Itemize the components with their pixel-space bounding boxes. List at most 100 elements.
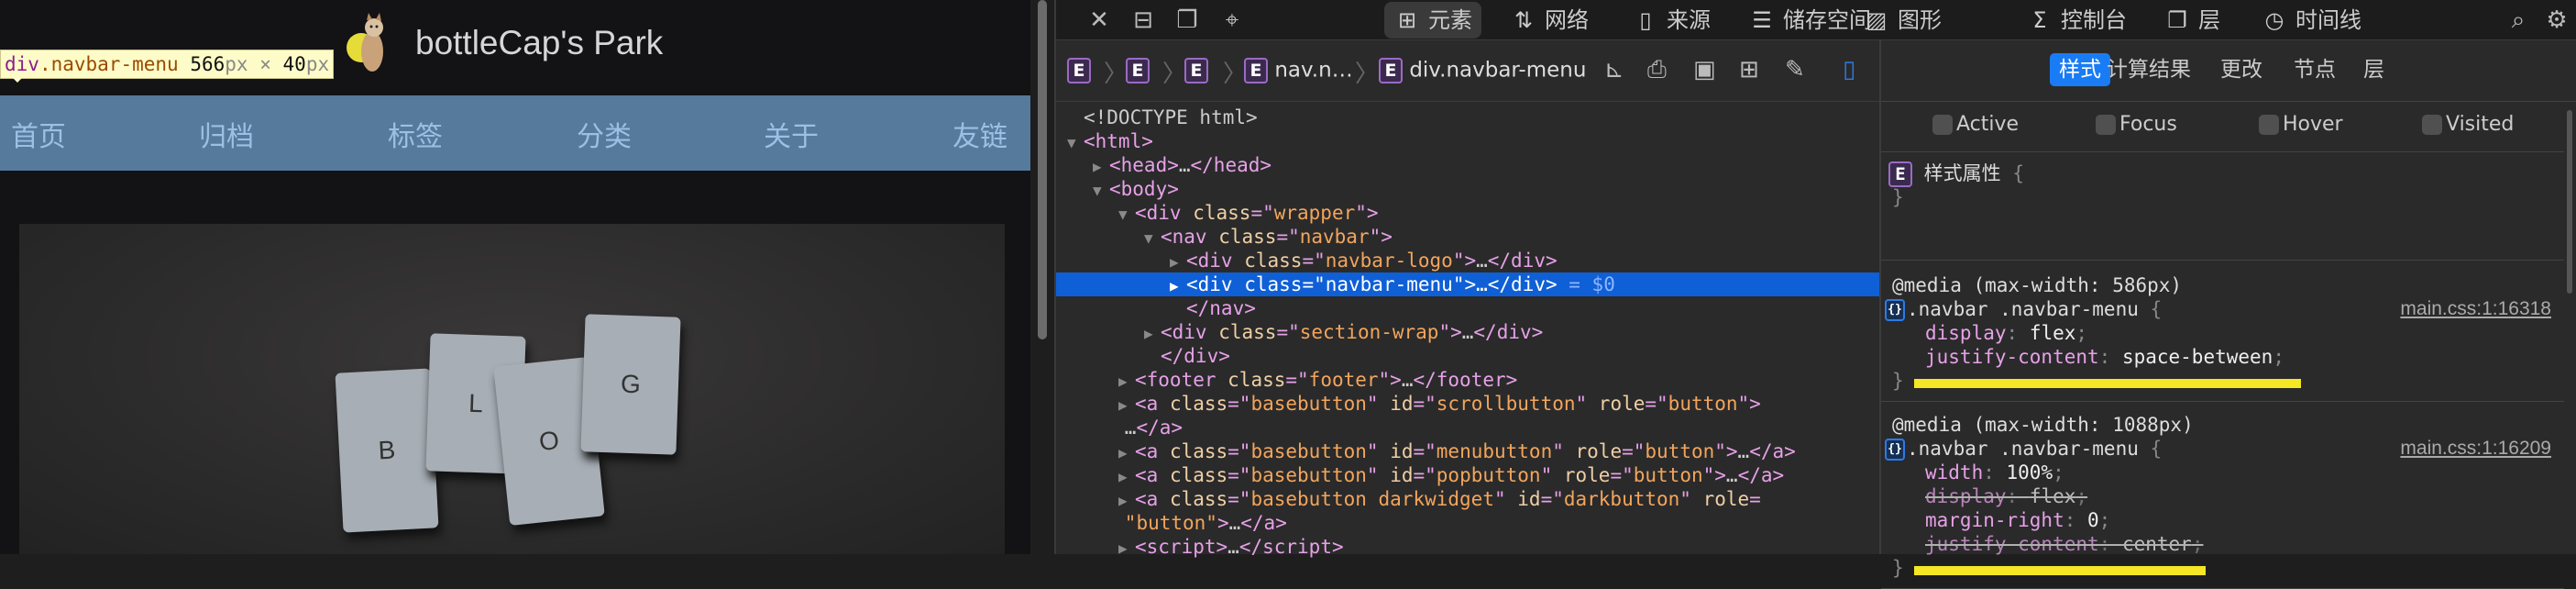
- dom-node[interactable]: …</a>: [1056, 416, 1879, 439]
- dom-node[interactable]: ▶ <a class="basebutton" id="menubutton" r…: [1056, 439, 1879, 463]
- disclosure-closed-icon[interactable]: ▶: [1118, 394, 1135, 417]
- nav-item[interactable]: 关于: [764, 114, 819, 154]
- disclosure-closed-icon[interactable]: ▶: [1118, 370, 1135, 394]
- sidebar-scrollbar[interactable]: [2567, 110, 2572, 294]
- disclosure-closed-icon[interactable]: ▶: [1144, 322, 1161, 346]
- dom-node[interactable]: ▶ <div class="navbar-logo">…</div>: [1056, 249, 1879, 272]
- colon: :: [1983, 461, 2007, 483]
- dom-node[interactable]: "button">…</a>: [1056, 511, 1879, 535]
- nav-item[interactable]: 首页: [11, 114, 66, 154]
- checkbox[interactable]: [2096, 115, 2116, 135]
- disclosure-open-icon[interactable]: ▼: [1118, 203, 1135, 227]
- tab-timeline[interactable]: ◷ 时间线: [2251, 2, 2371, 39]
- property-name: justify-content: [1925, 346, 2099, 368]
- pseudo-toggle-visited[interactable]: Visited: [2422, 113, 2514, 136]
- disclosure-open-icon[interactable]: ▼: [1144, 227, 1161, 250]
- dom-node[interactable]: ▼ <body>: [1056, 177, 1879, 201]
- breadcrumb-item[interactable]: E: [1126, 58, 1150, 83]
- disclosure-closed-icon[interactable]: ▶: [1118, 441, 1135, 465]
- disclosure-closed-icon[interactable]: ▶: [1093, 155, 1109, 179]
- gear-icon[interactable]: ⚙: [2541, 6, 2572, 35]
- tab-sources[interactable]: ▯ 来源: [1623, 2, 1720, 39]
- sidebar-tab[interactable]: 层: [2354, 53, 2394, 86]
- dom-node[interactable]: ▼ <nav class="navbar">: [1056, 225, 1879, 249]
- disclosure-closed-icon[interactable]: ▶: [1118, 489, 1135, 513]
- disclosure-closed-icon[interactable]: ▶: [1118, 537, 1135, 561]
- nav-item[interactable]: 归档: [199, 114, 254, 154]
- dom-node[interactable]: ▶ <footer class="footer">…</footer>: [1056, 368, 1879, 392]
- dom-node[interactable]: ▶ <a class="basebutton" id="popbutton" ro…: [1056, 463, 1879, 487]
- css-property[interactable]: justify-content: space-between;: [1881, 345, 2564, 369]
- dom-node[interactable]: <!DOCTYPE html>: [1056, 106, 1879, 129]
- pseudo-toggle-focus[interactable]: Focus: [2096, 113, 2177, 136]
- nav-item[interactable]: 友链: [952, 114, 1007, 154]
- source-link[interactable]: main.css:1:16318: [2400, 297, 2551, 321]
- property-value: center: [2121, 533, 2192, 555]
- checkbox[interactable]: [2422, 115, 2442, 135]
- annotation-highlight: [1914, 379, 2301, 388]
- ruler-icon[interactable]: ⊾: [1604, 56, 1624, 83]
- tab-network[interactable]: ⇅ 网络: [1501, 2, 1598, 39]
- tab-layers[interactable]: ❐ 层: [2154, 2, 2229, 39]
- dock-bottom-icon[interactable]: ⊟: [1128, 6, 1159, 35]
- checkbox[interactable]: [1932, 115, 1953, 135]
- grid-icon[interactable]: ⊞: [1739, 56, 1759, 83]
- sidebar-tab[interactable]: 计算结果: [2097, 53, 2200, 86]
- disclosure-closed-icon[interactable]: ▶: [1170, 274, 1186, 298]
- pseudo-toggle-hover[interactable]: Hover: [2259, 113, 2343, 136]
- brush-icon[interactable]: ✎: [1785, 56, 1805, 83]
- rule-braces-icon: {}: [1885, 299, 1905, 321]
- search-icon[interactable]: ⌕: [2503, 6, 2534, 35]
- token: class: [1218, 226, 1277, 248]
- token: class: [1244, 273, 1303, 295]
- disclosure-closed-icon[interactable]: ▶: [1170, 250, 1186, 274]
- tab-elements[interactable]: ⊞ 元素: [1384, 2, 1481, 39]
- breadcrumb-item[interactable]: E: [1067, 58, 1091, 83]
- inspect-target-icon[interactable]: ⌖: [1216, 6, 1248, 35]
- dom-node[interactable]: ▼ <div class="wrapper">: [1056, 201, 1879, 225]
- disclosure-open-icon[interactable]: ▼: [1093, 179, 1109, 203]
- css-property[interactable]: display: flex;: [1881, 321, 2564, 345]
- token: ": [1540, 464, 1564, 486]
- sidebar-toggle-icon[interactable]: ▯: [1843, 56, 1855, 83]
- breadcrumb-item-nav[interactable]: E nav.n…: [1244, 58, 1353, 83]
- disclosure-open-icon[interactable]: ▼: [1067, 131, 1084, 155]
- nav-item[interactable]: 标签: [388, 114, 443, 154]
- close-icon[interactable]: ✕: [1084, 6, 1115, 35]
- sidebar-tab[interactable]: 节点: [2284, 53, 2345, 86]
- css-property[interactable]: display: flex;: [1881, 484, 2564, 508]
- site-title[interactable]: bottleCap's Park: [415, 24, 663, 62]
- undock-icon[interactable]: ❐: [1172, 6, 1203, 35]
- dom-node[interactable]: ▶ <head>…</head>: [1056, 153, 1879, 177]
- breadcrumb-item[interactable]: E: [1184, 58, 1208, 83]
- disclosure-closed-icon[interactable]: ▶: [1118, 465, 1135, 489]
- nav-item[interactable]: 分类: [577, 114, 632, 154]
- dom-node[interactable]: ▶ <a class="basebutton" id="scrollbutton"…: [1056, 392, 1879, 416]
- checkbox[interactable]: [2259, 115, 2279, 135]
- source-link[interactable]: main.css:1:16209: [2400, 437, 2551, 461]
- screen-icon[interactable]: ▣: [1693, 56, 1716, 83]
- page-scrollbar[interactable]: [1038, 0, 1047, 339]
- dom-node[interactable]: </div>: [1056, 344, 1879, 368]
- dom-node[interactable]: ▶ <div class="section-wrap">…</div>: [1056, 320, 1879, 344]
- css-property[interactable]: justify-content: center;: [1881, 532, 2564, 556]
- token: </div>: [1161, 345, 1230, 367]
- token: menubutton: [1436, 440, 1553, 462]
- property-name: display: [1925, 322, 2007, 344]
- pseudo-label: Hover: [2283, 113, 2343, 136]
- print-icon[interactable]: ⎙: [1647, 56, 1667, 84]
- tab-console[interactable]: Σ 控制台: [2017, 2, 2136, 39]
- sidebar-tab[interactable]: 更改: [2211, 53, 2272, 86]
- css-property[interactable]: margin-right: 0;: [1881, 508, 2564, 532]
- dom-node-selected[interactable]: ▶ <div class="navbar-menu">…</div> = $0: [1056, 272, 1879, 296]
- dom-node[interactable]: </nav>: [1056, 296, 1879, 320]
- token: ">: [1378, 369, 1402, 391]
- dom-node[interactable]: ▶ <a class="basebutton darkwidget" id="da…: [1056, 487, 1879, 511]
- colon: :: [2006, 322, 2030, 344]
- breadcrumb-item-current[interactable]: E div.navbar-menu: [1379, 58, 1586, 83]
- tab-graphics[interactable]: ▨ 图形: [1854, 2, 1951, 39]
- dom-node[interactable]: ▼ <html>: [1056, 129, 1879, 153]
- css-property[interactable]: width: 100%;: [1881, 461, 2564, 484]
- pseudo-toggle-active[interactable]: Active: [1932, 113, 2019, 136]
- dom-node[interactable]: ▶ <script>…</script>: [1056, 535, 1879, 559]
